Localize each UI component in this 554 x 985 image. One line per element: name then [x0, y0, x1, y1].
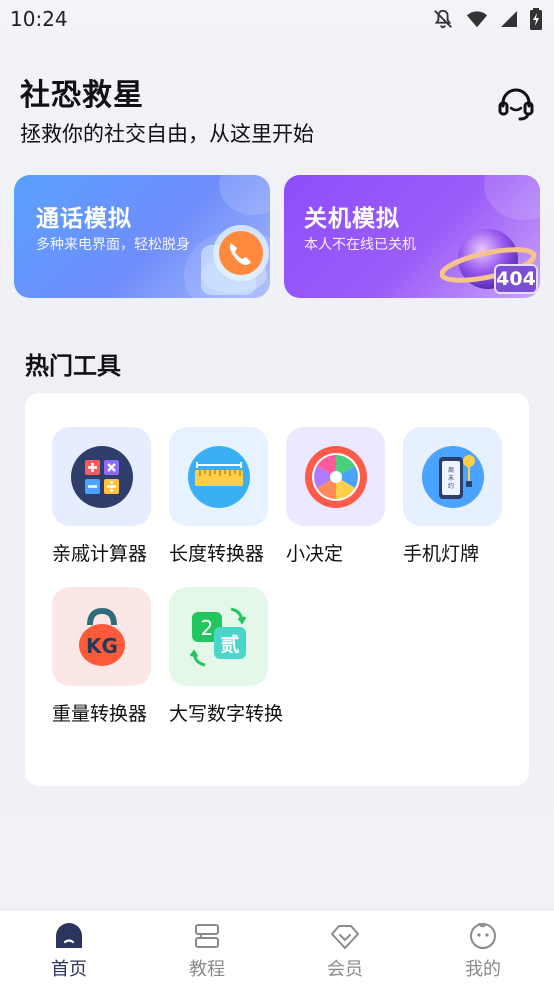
app-title: 社恐救星	[20, 78, 144, 113]
tab-tutorial[interactable]: 教程	[167, 910, 247, 985]
cellular-signal-icon	[501, 11, 517, 27]
phone-text-line-3: 约	[447, 482, 453, 490]
tool-label: 重量转换器	[52, 703, 148, 725]
profile-face-icon	[470, 923, 496, 949]
tool-label: 长度转换器	[169, 543, 265, 565]
phone-call-icon	[201, 225, 269, 295]
tool-label: 大写数字转换	[169, 703, 284, 725]
shutdown-card-desc: 本人不在线已关机	[304, 237, 416, 253]
header: 社恐救星 拯救你的社交自由，从这里开始	[20, 70, 314, 148]
call-card-title: 通话模拟	[36, 206, 132, 232]
tool-number-uppercase-converter[interactable]: 2 贰 大写数字转换	[169, 587, 283, 729]
phone-text-line-1: 周	[447, 467, 453, 474]
tool-tile: 周 末 约	[403, 427, 502, 526]
battery-charging-icon	[530, 8, 542, 30]
status-icons	[432, 8, 542, 30]
tool-small-decision[interactable]: 小决定	[286, 427, 400, 569]
tool-tile: 2 贰	[169, 587, 268, 686]
tab-label: 会员	[327, 959, 363, 980]
tool-tile	[52, 427, 151, 526]
number-convert-icon: 2 贰	[189, 607, 246, 666]
tool-length-converter[interactable]: 长度转换器	[169, 427, 283, 569]
tool-phone-lightboard[interactable]: 周 末 约 手机灯牌	[403, 427, 517, 569]
tool-label: 手机灯牌	[403, 543, 480, 565]
spinner-wheel-icon	[304, 445, 367, 508]
tool-weight-converter[interactable]: KG 重量转换器	[52, 587, 166, 729]
hot-tools-panel: 亲戚计算器 长度转换器 小决定 周 末 约 手机灯牌 KG 重量转换器 2 贰 …	[25, 393, 529, 786]
ruler-icon	[187, 445, 250, 508]
404-badge: 404	[494, 264, 538, 294]
app-subtitle: 拯救你的社交自由，从这里开始	[20, 122, 314, 146]
tab-mine[interactable]: 我的	[443, 910, 523, 985]
section-title-hot-tools: 热门工具	[25, 352, 121, 380]
kettlebell-kg-icon: KG	[78, 607, 125, 666]
tool-tile: KG	[52, 587, 151, 686]
tool-label: 亲戚计算器	[52, 543, 148, 565]
calculator-icon	[70, 445, 133, 508]
card-decoration	[484, 175, 540, 220]
phone-lightboard-icon: 周 末 约	[421, 445, 484, 508]
card-decoration	[219, 175, 270, 215]
tab-home[interactable]: 首页	[29, 910, 109, 985]
tab-vip[interactable]: 会员	[305, 910, 385, 985]
tab-label: 教程	[189, 959, 225, 980]
tool-relative-calculator[interactable]: 亲戚计算器	[52, 427, 166, 569]
kg-text: KG	[86, 634, 118, 658]
call-simulation-card[interactable]: 通话模拟 多种来电界面，轻松脱身	[14, 175, 270, 298]
home-icon	[56, 923, 82, 948]
tool-tile	[286, 427, 385, 526]
wifi-icon	[466, 11, 488, 28]
shutdown-card-title: 关机模拟	[304, 206, 400, 232]
chinese-two-text: 贰	[220, 633, 239, 656]
tab-label: 首页	[51, 959, 87, 980]
call-card-desc: 多种来电界面，轻松脱身	[36, 237, 190, 253]
bottom-tab-bar: 首页 教程 会员 我的	[0, 909, 554, 985]
headset-icon	[498, 88, 534, 121]
tutorial-icon	[195, 924, 219, 948]
tool-label: 小决定	[286, 543, 344, 565]
digit-two-text: 2	[200, 616, 213, 640]
shutdown-simulation-card[interactable]: 关机模拟 本人不在线已关机 404	[284, 175, 540, 298]
vip-diamond-icon	[331, 925, 359, 949]
notifications-off-icon	[434, 9, 452, 29]
tab-label: 我的	[465, 959, 501, 980]
tool-tile	[169, 427, 268, 526]
customer-service-button[interactable]	[496, 84, 536, 124]
status-bar: 10:24	[0, 0, 554, 40]
phone-text-line-2: 末	[447, 474, 453, 482]
status-time: 10:24	[10, 7, 68, 31]
